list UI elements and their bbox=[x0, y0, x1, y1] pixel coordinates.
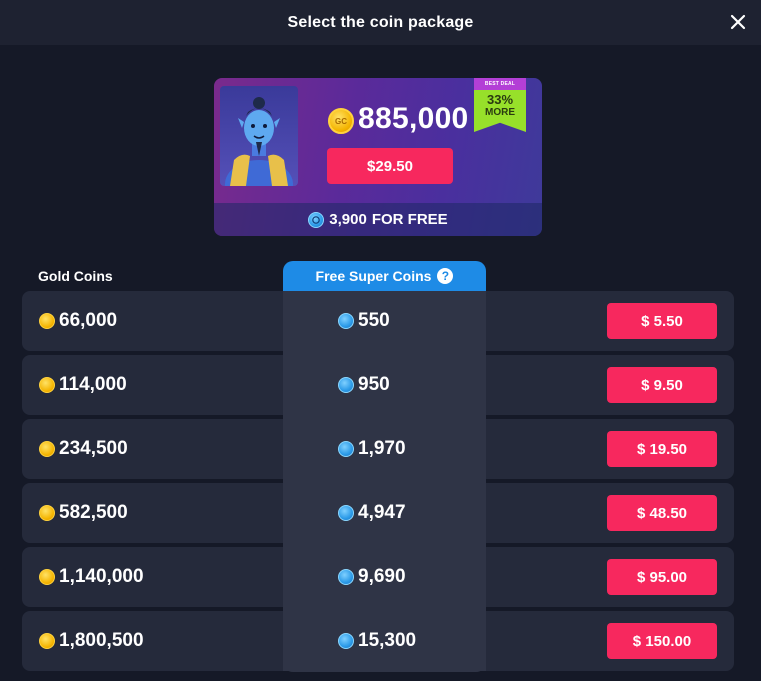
gold-amount: 66,000 bbox=[59, 310, 118, 331]
gold-amount: 114,000 bbox=[59, 374, 127, 395]
buy-button[interactable]: $ 95.00 bbox=[607, 559, 717, 595]
free-bonus-label: FOR FREE bbox=[371, 211, 448, 228]
gold-coin-icon: GC bbox=[328, 108, 354, 134]
super-amount: 9,690 bbox=[358, 566, 406, 587]
super-amount: 4,947 bbox=[358, 502, 406, 523]
row-gold-amount: 234,500 bbox=[39, 419, 128, 479]
deal-buy-button[interactable]: $29.50 bbox=[327, 148, 453, 184]
super-coins-header-label: Free Super Coins bbox=[315, 268, 432, 284]
super-amount: 550 bbox=[358, 310, 390, 331]
super-coin-icon bbox=[338, 569, 354, 585]
gold-coin-label: GC bbox=[335, 116, 347, 126]
best-deal-label: BEST DEAL bbox=[474, 78, 526, 90]
gold-coin-icon bbox=[39, 633, 55, 649]
row-gold-amount: 1,800,500 bbox=[39, 611, 144, 671]
buy-button[interactable]: $ 48.50 bbox=[607, 495, 717, 531]
close-button[interactable] bbox=[725, 9, 751, 35]
super-coin-icon bbox=[338, 505, 354, 521]
row-super-amount: 1,970 bbox=[338, 419, 406, 479]
super-coin-icon bbox=[338, 313, 354, 329]
buy-button[interactable]: $ 19.50 bbox=[607, 431, 717, 467]
deal-coin-amount: 885,000 bbox=[358, 102, 469, 135]
close-icon bbox=[730, 14, 746, 30]
row-gold-amount: 66,000 bbox=[39, 291, 117, 351]
package-row: 1,800,500 15,300 $ 150.00 bbox=[22, 611, 734, 671]
genie-character-image bbox=[220, 86, 298, 186]
gold-amount: 1,140,000 bbox=[59, 566, 144, 587]
best-deal-card[interactable]: GC 885,000 $29.50 BEST DEAL 33% MORE 3,9… bbox=[214, 78, 542, 236]
package-row: 234,500 1,970 $ 19.50 bbox=[22, 419, 734, 479]
super-coin-icon bbox=[338, 633, 354, 649]
package-row: 582,500 4,947 $ 48.50 bbox=[22, 483, 734, 543]
row-gold-amount: 114,000 bbox=[39, 355, 127, 415]
gold-coin-icon bbox=[39, 569, 55, 585]
gold-amount: 234,500 bbox=[59, 438, 128, 459]
super-amount: 15,300 bbox=[358, 630, 417, 651]
gold-coin-icon bbox=[39, 505, 55, 521]
gold-amount: 582,500 bbox=[59, 502, 128, 523]
bonus-ribbon: 33% MORE bbox=[474, 90, 526, 132]
package-row: 1,140,000 9,690 $ 95.00 bbox=[22, 547, 734, 607]
modal-header: Select the coin package bbox=[0, 0, 761, 45]
super-amount: 950 bbox=[358, 374, 390, 395]
super-coins-column-header: Free Super Coins ? bbox=[283, 261, 486, 291]
row-gold-amount: 582,500 bbox=[39, 483, 128, 543]
buy-button[interactable]: $ 9.50 bbox=[607, 367, 717, 403]
free-bonus-amount: 3,900 bbox=[329, 211, 367, 228]
buy-button[interactable]: $ 5.50 bbox=[607, 303, 717, 339]
super-coin-icon bbox=[338, 377, 354, 393]
buy-button[interactable]: $ 150.00 bbox=[607, 623, 717, 659]
row-super-amount: 4,947 bbox=[338, 483, 406, 543]
bonus-percent: 33% bbox=[486, 92, 514, 107]
best-deal-badge: BEST DEAL 33% MORE bbox=[474, 78, 526, 134]
super-coin-icon bbox=[308, 211, 325, 228]
deal-free-bonus: 3,900 FOR FREE bbox=[214, 203, 542, 236]
gold-coin-icon bbox=[39, 441, 55, 457]
bonus-more-label: MORE bbox=[485, 107, 515, 118]
row-super-amount: 950 bbox=[338, 355, 390, 415]
row-super-amount: 9,690 bbox=[338, 547, 406, 607]
gold-coin-icon bbox=[39, 377, 55, 393]
super-coin-icon bbox=[338, 441, 354, 457]
help-icon[interactable]: ? bbox=[437, 268, 454, 284]
package-row: 66,000 550 $ 5.50 bbox=[22, 291, 734, 351]
row-super-amount: 550 bbox=[338, 291, 390, 351]
gold-amount: 1,800,500 bbox=[59, 630, 144, 651]
row-gold-amount: 1,140,000 bbox=[39, 547, 144, 607]
modal-title: Select the coin package bbox=[287, 13, 474, 31]
package-row: 114,000 950 $ 9.50 bbox=[22, 355, 734, 415]
gold-coins-column-header: Gold Coins bbox=[38, 268, 113, 284]
super-amount: 1,970 bbox=[358, 438, 406, 459]
gold-coin-icon bbox=[39, 313, 55, 329]
row-super-amount: 15,300 bbox=[338, 611, 416, 671]
